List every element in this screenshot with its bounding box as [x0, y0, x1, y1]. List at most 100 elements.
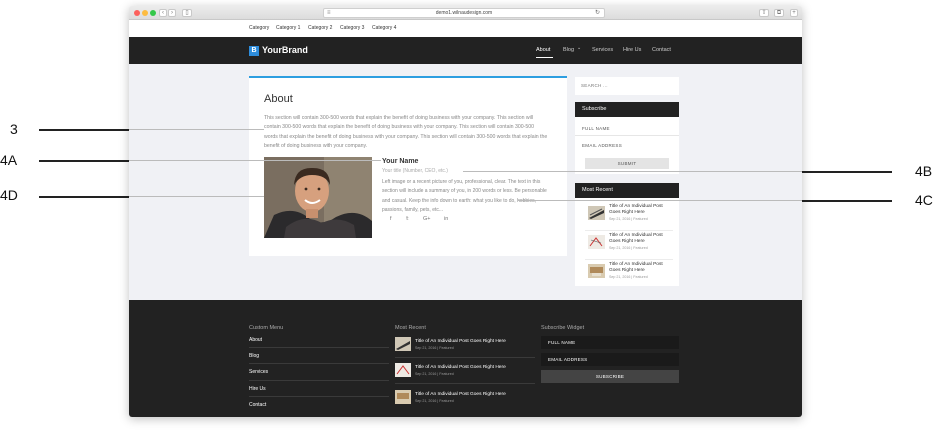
nav-contact[interactable]: Contact — [652, 47, 671, 53]
nav-active-indicator — [536, 57, 553, 58]
footer-link-contact[interactable]: Contact — [249, 402, 266, 408]
about-card: About This section will contain 300-500 … — [249, 76, 567, 256]
submit-button[interactable]: SUBMIT — [585, 158, 669, 169]
your-name: Your Name — [382, 158, 419, 165]
full-name-field[interactable]: FULL NAME — [582, 126, 610, 131]
category-bar: Category Category 1 Category 2 Category … — [129, 20, 802, 37]
footer-link-blog[interactable]: Blog — [249, 353, 259, 359]
subscribe-header: Subscribe — [575, 102, 679, 117]
footer-subscribe-title: Subscribe Widget — [541, 325, 585, 331]
category-1-link[interactable]: Category 1 — [276, 25, 300, 31]
post-thumbnail — [588, 264, 605, 278]
post-meta: Sep 21, 2016 | Featured — [609, 217, 648, 221]
brand-name[interactable]: YourBrand — [262, 45, 308, 55]
site-footer: Custom Menu About Blog Services Hire Us … — [129, 300, 802, 417]
annotated-screenshot: 3 4A 4D 4B 4C ‹ › ▯ ≡ demo1.wilnaudesign… — [0, 0, 934, 440]
reader-icon[interactable]: ≡ — [327, 9, 331, 17]
footer-post[interactable]: Title of An Individual Post Goes Right H… — [395, 390, 535, 406]
post-title[interactable]: Title of An Individual Post Goes Right H… — [415, 392, 506, 397]
divider — [585, 259, 673, 260]
desk-image — [395, 390, 411, 404]
most-recent-title: Most Recent — [582, 187, 613, 193]
reload-icon[interactable]: ↻ — [595, 9, 600, 17]
footer-full-name-field[interactable]: FULL NAME — [541, 336, 679, 349]
divider — [249, 363, 389, 364]
divider — [249, 347, 389, 348]
sidebar-search — [575, 77, 679, 95]
annotation-4b-connector — [463, 171, 802, 172]
footer-post[interactable]: Title of An Individual Post Goes Right H… — [395, 337, 535, 353]
address-bar[interactable]: ≡ demo1.wilnaudesign.com ↻ — [323, 8, 605, 18]
post-meta: Sep 21, 2016 | Featured — [415, 399, 454, 403]
annotation-4d-connector — [129, 196, 264, 197]
divider — [249, 380, 389, 381]
subscribe-widget: Subscribe FULL NAME EMAIL ADDRESS SUBMIT — [575, 102, 679, 174]
nav-hire-us[interactable]: Hire Us — [623, 47, 641, 53]
twitter-icon[interactable]: 𝕥 — [406, 216, 409, 222]
recent-post[interactable]: Title of An Individual Post Goes Right H… — [588, 204, 676, 226]
portrait-image — [264, 157, 372, 238]
tabs-icon[interactable]: ⧉ — [774, 9, 784, 17]
close-window-button[interactable] — [134, 10, 140, 16]
footer-post[interactable]: Title of An Individual Post Goes Right H… — [395, 363, 535, 379]
recent-post[interactable]: Title of An Individual Post Goes Right H… — [588, 262, 676, 284]
footer-link-about[interactable]: About — [249, 337, 262, 343]
about-title: About — [264, 93, 293, 105]
post-title[interactable]: Title of An Individual Post Goes Right H… — [415, 365, 506, 370]
laptop-image — [588, 206, 605, 220]
annotation-4c-line — [802, 200, 892, 202]
post-thumbnail — [395, 337, 411, 351]
annotation-4a-line — [39, 160, 129, 162]
footer-recent-title: Most Recent — [395, 325, 426, 331]
minimize-window-button[interactable] — [142, 10, 148, 16]
sketch-image — [395, 363, 411, 377]
most-recent-header: Most Recent — [575, 183, 679, 198]
search-input[interactable] — [581, 83, 671, 88]
category-3-link[interactable]: Category 3 — [340, 25, 364, 31]
nav-services[interactable]: Services — [592, 47, 613, 53]
forward-icon[interactable]: › — [168, 9, 176, 17]
your-bio: Left image or a recent picture of you, p… — [382, 179, 547, 213]
post-title[interactable]: Title of An Individual Post Goes Right H… — [415, 339, 506, 344]
category-link[interactable]: Category — [249, 25, 269, 31]
footer-email-field[interactable]: EMAIL ADDRESS — [541, 353, 679, 366]
post-title[interactable]: Title of An Individual Post Goes Right H… — [609, 233, 675, 245]
post-title[interactable]: Title of An Individual Post Goes Right H… — [609, 262, 675, 274]
about-text: This section will contain 300-500 words … — [264, 115, 548, 149]
divider — [249, 396, 389, 397]
recent-post[interactable]: Title of An Individual Post Goes Right H… — [588, 233, 676, 255]
nav-about[interactable]: About — [536, 47, 550, 53]
category-2-link[interactable]: Category 2 — [308, 25, 332, 31]
annotation-4b: 4B — [915, 163, 933, 179]
footer-link-hire-us[interactable]: Hire Us — [249, 386, 266, 392]
zoom-window-button[interactable] — [150, 10, 156, 16]
annotation-3-line — [39, 129, 129, 131]
add-tab-icon[interactable]: + — [790, 9, 798, 17]
divider — [575, 135, 679, 136]
email-field[interactable]: EMAIL ADDRESS — [582, 143, 622, 148]
category-4-link[interactable]: Category 4 — [372, 25, 396, 31]
desk-image — [588, 264, 605, 278]
share-icon[interactable]: ⇧ — [759, 9, 769, 17]
laptop-image — [395, 337, 411, 351]
back-icon[interactable]: ‹ — [159, 9, 167, 17]
post-thumbnail — [588, 206, 605, 220]
annotation-4a-connector — [129, 160, 381, 161]
sidebar-icon[interactable]: ▯ — [182, 9, 192, 17]
footer-link-services[interactable]: Services — [249, 369, 268, 375]
subscribe-button[interactable]: SUBSCRIBE — [541, 370, 679, 383]
nav-blog[interactable]: Blog — [563, 47, 574, 53]
divider — [395, 357, 535, 358]
post-thumbnail — [395, 363, 411, 377]
post-title[interactable]: Title of An Individual Post Goes Right H… — [609, 204, 675, 216]
brand-logo-icon[interactable]: B — [249, 46, 259, 56]
google-plus-icon[interactable]: G+ — [423, 216, 431, 222]
annotation-4c: 4C — [915, 192, 933, 208]
post-meta: Sep 21, 2016 | Featured — [415, 346, 454, 350]
divider — [585, 230, 673, 231]
subscribe-title: Subscribe — [582, 106, 607, 112]
linkedin-icon[interactable]: in — [444, 216, 448, 222]
annotation-4d: 4D — [0, 187, 18, 203]
your-title: Your title (Number, CEO, etc.) — [382, 168, 448, 174]
facebook-icon[interactable]: f — [390, 216, 392, 222]
